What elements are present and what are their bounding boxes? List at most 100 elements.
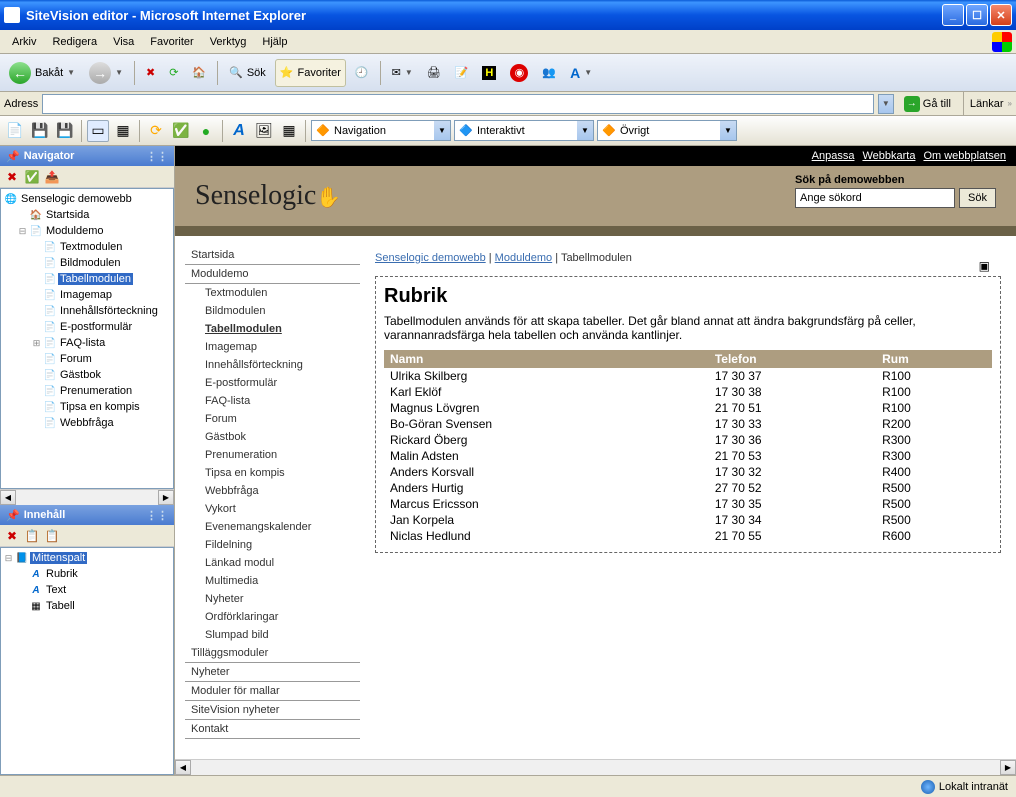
links-label[interactable]: Länkar (970, 98, 1004, 110)
stop-button[interactable]: ✖ (141, 59, 160, 87)
grip-icon[interactable]: ⋮⋮ (146, 150, 168, 163)
menu-verktyg[interactable]: Verktyg (202, 34, 255, 50)
favorites-button[interactable]: ⭐Favoriter (275, 59, 346, 87)
delete-button[interactable]: ✖ (4, 528, 20, 544)
sidenav-item[interactable]: SiteVision nyheter (185, 701, 360, 720)
font-button[interactable]: A▼ (565, 59, 597, 87)
minimize-button[interactable]: _ (942, 4, 964, 26)
breadcrumb-root[interactable]: Senselogic demowebb (375, 252, 486, 264)
sidenav-subitem[interactable]: Vykort (185, 500, 360, 518)
sidenav-subitem[interactable]: E-postformulär (185, 374, 360, 392)
maximize-button[interactable]: ☐ (966, 4, 988, 26)
tree-item[interactable]: 📄Bildmodulen (3, 255, 171, 271)
search-button[interactable]: 🔍Sök (224, 59, 271, 87)
save-h-button[interactable]: H (477, 59, 501, 87)
search-button[interactable]: Sök (959, 188, 996, 208)
messenger-button[interactable]: 👥 (537, 59, 561, 87)
sidenav-subitem[interactable]: FAQ-lista (185, 392, 360, 410)
address-dropdown-button[interactable]: ▼ (878, 94, 894, 114)
scroll-track[interactable] (16, 490, 158, 505)
menu-favoriter[interactable]: Favoriter (142, 34, 201, 50)
new-button[interactable]: 📄 (4, 120, 26, 142)
tree-item[interactable]: ⊟📄Moduldemo (3, 223, 171, 239)
sidenav-subitem[interactable]: Slumpad bild (185, 626, 360, 644)
tree-item[interactable]: AText (3, 582, 171, 598)
sidenav-subitem[interactable]: Imagemap (185, 338, 360, 356)
scroll-right-button[interactable]: ▶ (1000, 760, 1016, 775)
sidenav-subitem[interactable]: Evenemangskalender (185, 518, 360, 536)
sidenav-item[interactable]: Moduldemo (185, 265, 360, 284)
tree-item[interactable]: 📄Innehållsförteckning (3, 303, 171, 319)
edit-button[interactable]: 📝 (450, 59, 474, 87)
navigation-dropdown[interactable]: 🔶 Navigation ▼ (311, 120, 451, 141)
tree-item[interactable]: 📄Forum (3, 351, 171, 367)
sidenav-subitem[interactable]: Tabellmodulen (185, 320, 360, 338)
grid-button[interactable]: ▦ (112, 120, 134, 142)
sidenav-subitem[interactable]: Bildmodulen (185, 302, 360, 320)
paste-button[interactable]: 📋 (44, 528, 60, 544)
scroll-left-button[interactable]: ◀ (0, 490, 16, 505)
layout-button[interactable]: ▭ (87, 120, 109, 142)
sidenav-subitem[interactable]: Innehållsförteckning (185, 356, 360, 374)
sidenav-subitem[interactable]: Gästbok (185, 428, 360, 446)
menu-hjalp[interactable]: Hjälp (254, 34, 295, 50)
tree-item[interactable]: 📄Tipsa en kompis (3, 399, 171, 415)
table-button[interactable]: ▦ (278, 120, 300, 142)
print-button[interactable]: 🖨 (422, 59, 446, 87)
sidenav-subitem[interactable]: Ordförklaringar (185, 608, 360, 626)
tree-root[interactable]: 🌐 Senselogic demowebb (3, 191, 171, 207)
close-button[interactable]: ✕ (990, 4, 1012, 26)
sidenav-subitem[interactable]: Webbfråga (185, 482, 360, 500)
content-editable-box[interactable]: ▣ Rubrik Tabellmodulen används för att s… (375, 276, 1001, 553)
tree-item[interactable]: ⊞📄FAQ-lista (3, 335, 171, 351)
tree-item[interactable]: 📄Imagemap (3, 287, 171, 303)
sidenav-subitem[interactable]: Multimedia (185, 572, 360, 590)
back-button[interactable]: ← Bakåt ▼ (4, 59, 80, 87)
go-button[interactable]: → Gå till (898, 94, 957, 114)
save2-button[interactable]: 💾 (54, 120, 76, 142)
tree-item[interactable]: 📄Tabellmodulen (3, 271, 171, 287)
tree-item[interactable]: ▦Tabell (3, 598, 171, 614)
scroll-right-button[interactable]: ▶ (158, 490, 174, 505)
content-tree[interactable]: ⊟📘MittenspaltARubrikAText▦Tabell (0, 547, 174, 775)
expand-icon[interactable]: ⊟ (3, 553, 14, 564)
delete-button[interactable]: ✖ (4, 169, 20, 185)
menu-visa[interactable]: Visa (105, 34, 142, 50)
breadcrumb-section[interactable]: Moduldemo (495, 252, 552, 264)
tree-item[interactable]: 📄Prenumeration (3, 383, 171, 399)
expand-icon[interactable]: ⊟ (17, 226, 28, 237)
sidenav-subitem[interactable]: Forum (185, 410, 360, 428)
font-a-button[interactable]: A (228, 120, 250, 142)
sidenav-item[interactable]: Kontakt (185, 720, 360, 739)
tree-item[interactable]: ⊟📘Mittenspalt (3, 550, 171, 566)
history-button[interactable]: 🕘 (350, 59, 374, 87)
sidenav-item[interactable]: Startsida (185, 246, 360, 265)
tree-item[interactable]: ARubrik (3, 566, 171, 582)
sidenav-item[interactable]: Tilläggsmoduler (185, 644, 360, 663)
refresh-button[interactable]: ⟳ (164, 59, 183, 87)
menu-arkiv[interactable]: Arkiv (4, 34, 44, 50)
sidenav-item[interactable]: Moduler för mallar (185, 682, 360, 701)
sidenav-subitem[interactable]: Prenumeration (185, 446, 360, 464)
other-dropdown[interactable]: 🔶 Övrigt ▼ (597, 120, 737, 141)
navigator-tree[interactable]: 🌐 Senselogic demowebb 🏠Startsida⊟📄Moduld… (0, 188, 174, 489)
tree-item[interactable]: 📄Webbfråga (3, 415, 171, 431)
tree-item[interactable]: 📄Gästbok (3, 367, 171, 383)
tree-item[interactable]: 🏠Startsida (3, 207, 171, 223)
home-button[interactable]: 🏠 (187, 59, 211, 87)
image-button[interactable]: 🖼 (253, 120, 275, 142)
sidenav-subitem[interactable]: Fildelning (185, 536, 360, 554)
red-button[interactable]: ◉ (505, 59, 533, 87)
sidenav-item[interactable]: Nyheter (185, 663, 360, 682)
export-button[interactable]: 📤 (44, 169, 60, 185)
refresh-button[interactable]: ⟳ (145, 120, 167, 142)
sidenav-subitem[interactable]: Nyheter (185, 590, 360, 608)
interactive-dropdown[interactable]: 🔷 Interaktivt ▼ (454, 120, 594, 141)
menu-redigera[interactable]: Redigera (44, 34, 105, 50)
check-button[interactable]: ✅ (170, 120, 192, 142)
content-hscrollbar[interactable]: ◀ ▶ (175, 759, 1016, 775)
copy-button[interactable]: 📋 (24, 528, 40, 544)
grip-icon[interactable]: ⋮⋮ (146, 509, 168, 522)
tree-item[interactable]: 📄E-postformulär (3, 319, 171, 335)
dot-button[interactable]: ● (195, 120, 217, 142)
